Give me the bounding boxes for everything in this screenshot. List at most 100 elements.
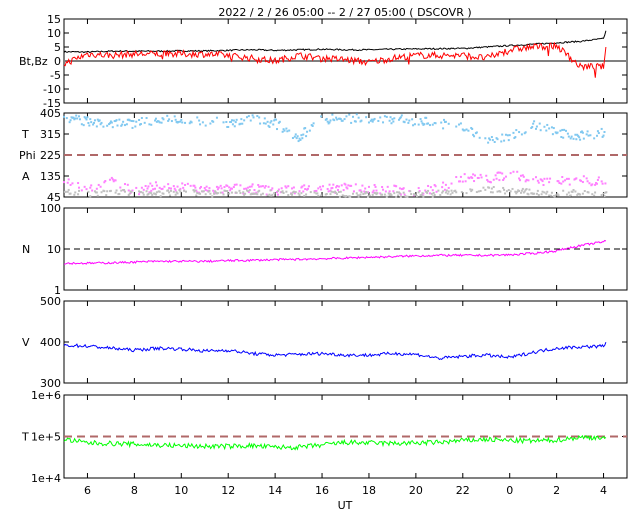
x-tick-label: 10 [174,484,188,497]
point-phi-other [572,188,575,191]
y-tick-label: 405 [40,107,61,120]
point-phi-t [391,118,394,121]
point-phi-other [399,195,402,198]
point-phi-a [473,174,476,177]
point-phi-t [173,115,176,118]
point-phi-t [602,134,605,137]
point-phi-other [208,189,211,192]
point-phi-t [393,117,396,120]
point-phi-a [352,190,355,193]
point-phi-other [548,194,551,197]
point-phi-t [196,116,199,119]
point-phi-other [537,194,540,197]
point-phi-t [501,133,504,136]
point-phi-other [571,190,574,193]
point-phi-a [443,188,446,191]
point-phi-t [69,119,72,122]
point-phi-other [511,187,514,190]
point-phi-other [224,189,227,192]
point-phi-a [477,176,480,179]
point-phi-a [89,186,92,189]
point-phi-other [219,191,222,194]
point-phi-a [126,183,129,186]
point-phi-t [90,121,93,124]
point-phi-t [581,131,584,134]
point-phi-t [518,131,521,134]
point-phi-t [377,119,380,122]
point-phi-t [139,123,142,126]
point-phi-t [412,124,415,127]
point-phi-t [296,135,299,138]
point-phi-a [522,175,525,178]
point-phi-t [345,115,348,118]
point-phi-other [417,191,420,194]
point-phi-t [302,133,305,136]
point-phi-a [189,184,192,187]
point-phi-t [428,124,431,127]
point-phi-t [420,120,423,123]
point-phi-t [382,121,385,124]
point-phi-other [447,190,450,193]
point-phi-t [138,118,141,121]
point-phi-a [388,190,391,193]
point-phi-other [404,195,407,198]
point-phi-t [295,137,298,140]
point-phi-t [76,117,79,120]
point-phi-t [116,124,119,127]
point-phi-t [320,115,323,118]
series-n [63,239,607,265]
point-phi-a [152,188,155,191]
point-phi-a [271,187,274,190]
point-phi-t [180,118,183,121]
point-phi-a [604,182,607,185]
point-phi-a [455,176,458,179]
point-phi-a [557,180,560,183]
point-phi-other [593,194,596,197]
point-phi-other [74,191,77,194]
point-phi-other [256,193,259,196]
y-tick-label: 315 [40,128,61,141]
point-phi-a [543,177,546,180]
point-phi-a [375,189,378,192]
point-phi-t [400,114,403,117]
point-phi-t [533,120,536,123]
point-phi-other [505,190,508,193]
point-phi-other [393,192,396,195]
point-phi-a [287,185,290,188]
point-phi-other [342,194,345,197]
point-phi-other [130,190,133,193]
point-phi-other [115,189,118,192]
point-phi-other [557,194,560,197]
point-phi-other [518,189,521,192]
point-phi-other [254,192,257,195]
point-phi-t [443,118,446,121]
point-phi-other [242,191,245,194]
point-phi-t [493,141,496,144]
point-phi-a [429,186,432,189]
point-phi-a [516,170,519,173]
point-phi-t [258,116,261,119]
point-phi-t [367,121,370,124]
point-phi-t [336,118,339,121]
point-phi-t [473,135,476,138]
point-phi-a [168,187,171,190]
point-phi-a [226,184,229,187]
point-phi-other [484,188,487,191]
point-phi-t [227,125,230,128]
point-phi-a [150,189,153,192]
point-phi-t [465,128,468,131]
point-phi-t [582,137,585,140]
point-phi-other [433,193,436,196]
point-phi-a [246,186,249,189]
point-phi-t [181,121,184,124]
point-phi-t [231,123,234,126]
point-phi-a [146,187,149,190]
point-phi-t [574,133,577,136]
point-phi-t [140,116,143,119]
y-tick-label: 135 [40,170,61,183]
point-phi-other [196,192,199,195]
point-phi-t [222,121,225,124]
point-phi-a [459,175,462,178]
point-phi-a [340,184,343,187]
point-phi-a [364,187,367,190]
